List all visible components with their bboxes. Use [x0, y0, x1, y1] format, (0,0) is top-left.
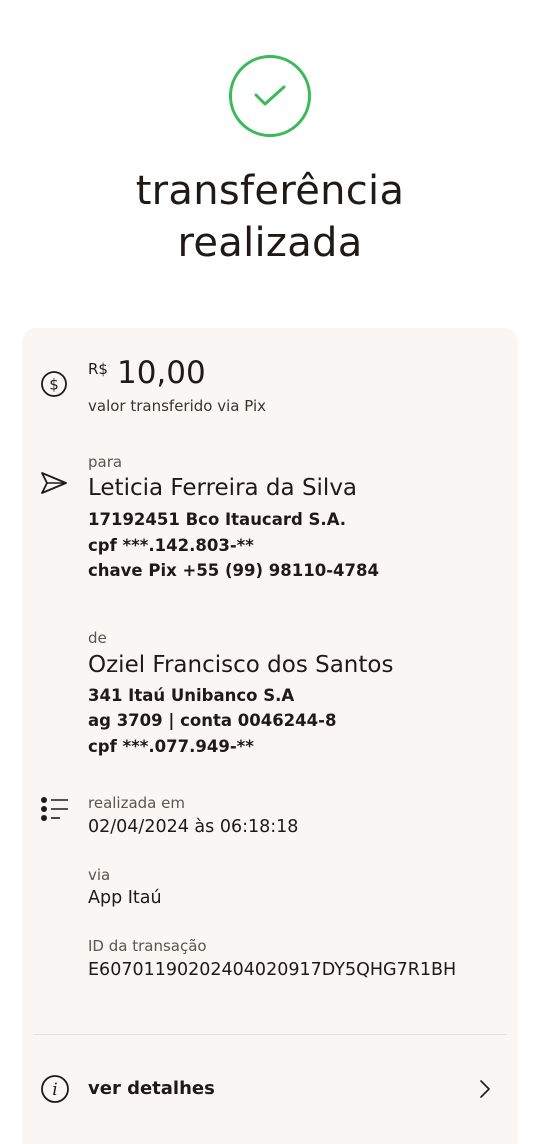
sender-bank: 341 Itaú Unibanco S.A [88, 686, 295, 705]
currency-symbol: R$ [88, 360, 108, 378]
amount-caption: valor transferido via Pix [88, 397, 266, 415]
sender-account: ag 3709 | conta 0046244-8 [88, 711, 337, 730]
via-label: via [88, 866, 111, 884]
via-value: App Itaú [88, 888, 162, 908]
transaction-id-value: E60701190202404020917DY5QHG7R1BH [88, 960, 457, 980]
date-label: realizada em [88, 794, 185, 812]
view-details-label: ver detalhes [88, 1078, 215, 1099]
card-divider [33, 1034, 507, 1035]
page-title: transferência realizada [0, 165, 540, 269]
success-check-icon [229, 55, 311, 137]
sender-cpf: cpf ***.077.949-** [88, 737, 254, 756]
recipient-label: para [88, 453, 123, 471]
amount-line: R$ 10,00 [88, 355, 206, 391]
transaction-id-label: ID da transação [88, 937, 207, 955]
recipient-cpf: cpf ***.142.803-** [88, 536, 254, 555]
list-icon [41, 797, 68, 821]
sender-label: de [88, 629, 107, 647]
dollar-coin-icon: $ [41, 371, 67, 397]
title-line-2: realizada [177, 220, 363, 266]
chevron-right-icon [480, 1080, 490, 1098]
date-value: 02/04/2024 às 06:18:18 [88, 817, 299, 837]
recipient-pix-key: chave Pix +55 (99) 98110-4784 [88, 561, 379, 580]
svg-text:$: $ [49, 376, 59, 394]
sender-name: Oziel Francisco dos Santos [88, 652, 394, 678]
info-icon: i [41, 1075, 69, 1103]
view-details-button[interactable]: i ver detalhes [22, 1058, 518, 1120]
send-icon [41, 472, 67, 494]
title-line-1: transferência [135, 168, 405, 214]
recipient-bank: 17192451 Bco Itaucard S.A. [88, 510, 347, 529]
svg-text:i: i [52, 1080, 57, 1100]
receipt-page: transferência realizada $ R$ 10,00 valor… [0, 0, 540, 1144]
check-icon [254, 85, 286, 106]
transfer-amount: 10,00 [116, 355, 206, 391]
recipient-name: Leticia Ferreira da Silva [88, 475, 358, 501]
